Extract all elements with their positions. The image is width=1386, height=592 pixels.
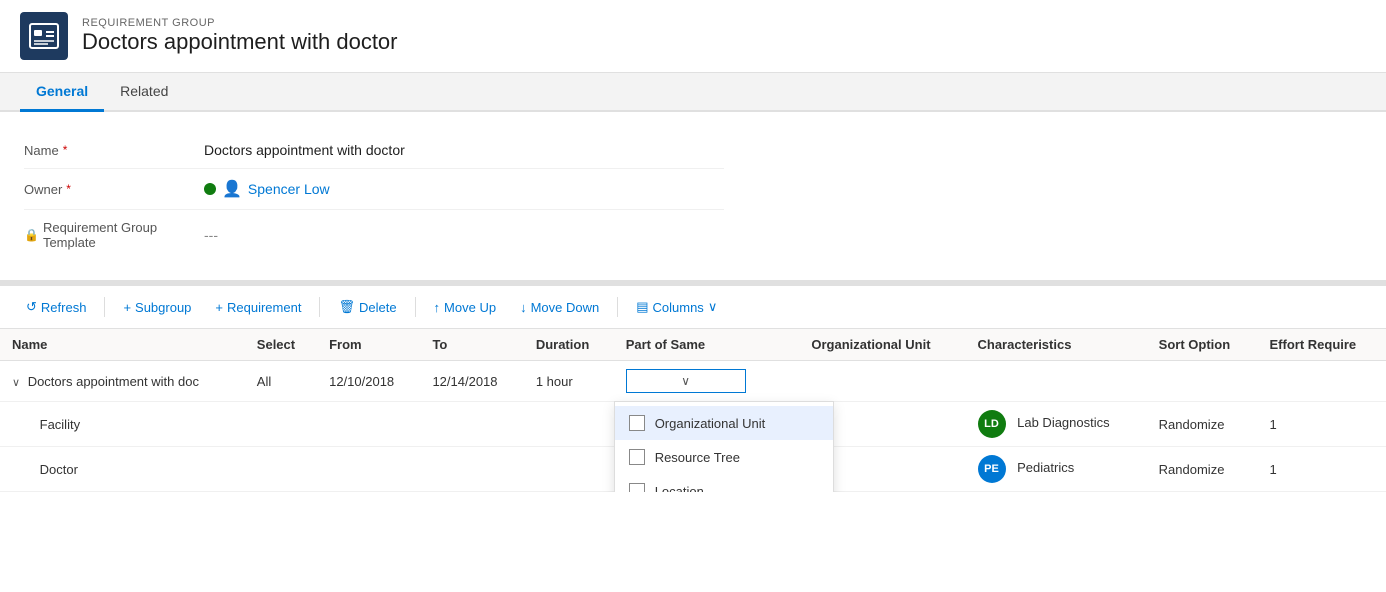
field-label-template: 🔒 Requirement Group Template [24, 220, 204, 250]
avatar-ld: LD [978, 410, 1006, 438]
row-to-facility [420, 402, 523, 447]
arrow-down-icon: ↓ [520, 300, 527, 315]
status-dot-owner [204, 183, 216, 195]
dropdown-chevron: ∨ [681, 374, 690, 388]
refresh-button[interactable]: ↺ Refresh [16, 294, 96, 320]
row-effort-parent [1257, 361, 1386, 402]
col-header-select: Select [245, 329, 317, 361]
columns-button[interactable]: ▤ Columns ∨ [626, 294, 727, 320]
chevron-down-icon: ∨ [708, 299, 718, 315]
refresh-icon: ↺ [26, 299, 37, 315]
table-container: Name Select From To Duration Part of Sam… [0, 329, 1386, 492]
row-sort-option-facility: Randomize [1147, 402, 1258, 447]
col-header-effort-required: Effort Require [1257, 329, 1386, 361]
lock-icon: 🔒 [24, 228, 39, 242]
delete-button[interactable]: 🗑 Delete [328, 294, 406, 320]
requirement-button[interactable]: + Requirement [205, 295, 311, 320]
row-duration-parent: 1 hour [524, 361, 614, 402]
field-value-owner[interactable]: 👤 Spencer Low [204, 179, 724, 199]
part-of-same-dropdown[interactable]: ∨ [626, 369, 746, 393]
col-header-part-of-same: Part of Same [614, 329, 800, 361]
separator-3 [415, 297, 416, 317]
separator-2 [319, 297, 320, 317]
page-title: Doctors appointment with doctor [82, 29, 398, 55]
col-header-sort-option: Sort Option [1147, 329, 1258, 361]
dropdown-option-org-unit[interactable]: Organizational Unit [615, 406, 833, 440]
row-to-parent: 12/14/2018 [420, 361, 523, 402]
col-header-characteristics: Characteristics [966, 329, 1147, 361]
row-org-unit-parent [799, 361, 965, 402]
table-header-row: Name Select From To Duration Part of Sam… [0, 329, 1386, 361]
row-from-parent: 12/10/2018 [317, 361, 420, 402]
row-sort-option-parent [1147, 361, 1258, 402]
tab-related[interactable]: Related [104, 73, 184, 112]
required-indicator-owner: * [66, 182, 71, 196]
col-header-to: To [420, 329, 523, 361]
row-select-facility [245, 402, 317, 447]
grid-section: ↺ Refresh + Subgroup + Requirement 🗑 Del… [0, 286, 1386, 492]
table-row[interactable]: ∨ Doctors appointment with doc All 12/10… [0, 361, 1386, 402]
move-down-button[interactable]: ↓ Move Down [510, 295, 609, 320]
page-category: REQUIREMENT GROUP [82, 17, 398, 29]
user-icon: 👤 [222, 179, 242, 199]
row-select-parent: All [245, 361, 317, 402]
row-to-doctor [420, 447, 523, 492]
arrow-up-icon: ↑ [434, 300, 441, 315]
separator-4 [617, 297, 618, 317]
form-row-template: 🔒 Requirement Group Template --- [24, 210, 724, 260]
avatar-pe: PE [978, 455, 1006, 483]
row-characteristics-doctor: PE Pediatrics [966, 447, 1147, 492]
form-row-name: Name * Doctors appointment with doctor [24, 132, 724, 169]
move-up-button[interactable]: ↑ Move Up [424, 295, 507, 320]
dropdown-menu: Organizational Unit Resource Tree Locati… [614, 401, 834, 492]
form-section: Name * Doctors appointment with doctor O… [0, 112, 1386, 286]
form-row-owner: Owner * 👤 Spencer Low [24, 169, 724, 210]
row-name-doctor: Doctor [0, 447, 245, 492]
field-label-owner: Owner * [24, 182, 204, 197]
row-select-doctor [245, 447, 317, 492]
row-name-parent: ∨ Doctors appointment with doc [0, 361, 245, 402]
col-header-name: Name [0, 329, 245, 361]
row-part-of-same-parent: ∨ Organizational Unit Resource Tree [614, 361, 800, 402]
field-value-template[interactable]: --- [204, 227, 724, 243]
row-effort-doctor: 1 [1257, 447, 1386, 492]
row-sort-option-doctor: Randomize [1147, 447, 1258, 492]
row-characteristics-parent [966, 361, 1147, 402]
row-name-facility: Facility [0, 402, 245, 447]
row-duration-facility [524, 402, 614, 447]
page-header: REQUIREMENT GROUP Doctors appointment wi… [0, 0, 1386, 73]
dropdown-option-location[interactable]: Location [615, 474, 833, 492]
requirements-table: Name Select From To Duration Part of Sam… [0, 329, 1386, 492]
checkbox-resource-tree[interactable] [629, 449, 645, 465]
col-header-duration: Duration [524, 329, 614, 361]
row-effort-facility: 1 [1257, 402, 1386, 447]
row-from-doctor [317, 447, 420, 492]
separator-1 [104, 297, 105, 317]
expand-icon[interactable]: ∨ [12, 377, 20, 389]
checkbox-org-unit[interactable] [629, 415, 645, 431]
required-indicator: * [63, 143, 68, 157]
delete-icon: 🗑 [338, 299, 355, 315]
col-header-from: From [317, 329, 420, 361]
checkbox-location[interactable] [629, 483, 645, 492]
field-label-name: Name * [24, 143, 204, 158]
plus-icon-req: + [215, 300, 223, 315]
row-from-facility [317, 402, 420, 447]
row-duration-doctor [524, 447, 614, 492]
row-characteristics-facility: LD Lab Diagnostics [966, 402, 1147, 447]
toolbar: ↺ Refresh + Subgroup + Requirement 🗑 Del… [0, 286, 1386, 329]
dropdown-option-resource-tree[interactable]: Resource Tree [615, 440, 833, 474]
page-header-text: REQUIREMENT GROUP Doctors appointment wi… [82, 17, 398, 55]
page-icon [20, 12, 68, 60]
subgroup-button[interactable]: + Subgroup [113, 295, 201, 320]
columns-icon: ▤ [636, 299, 648, 315]
col-header-org-unit: Organizational Unit [799, 329, 965, 361]
plus-icon-subgroup: + [123, 300, 131, 315]
field-value-name[interactable]: Doctors appointment with doctor [204, 142, 724, 158]
tabs-bar: General Related [0, 73, 1386, 112]
tab-general[interactable]: General [20, 73, 104, 112]
